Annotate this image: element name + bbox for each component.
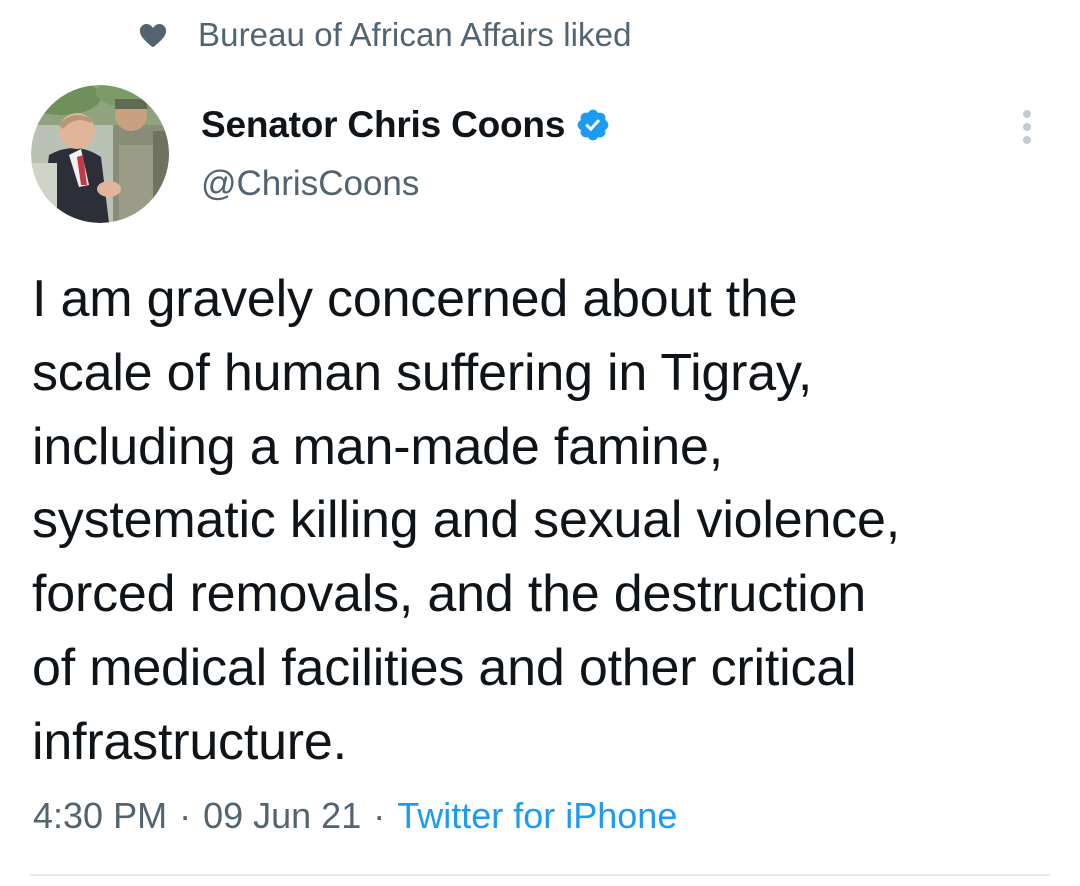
heart-icon [138,20,168,50]
author-handle[interactable]: @ChrisCoons [201,164,419,204]
verified-badge-icon [575,107,611,143]
social-context: Bureau of African Affairs liked [138,14,632,56]
tweet-source-link[interactable]: Twitter for iPhone [397,795,677,837]
meta-separator: · [179,795,192,836]
tweet-date[interactable]: 09 Jun 21 [203,795,361,837]
more-options-icon[interactable] [1010,106,1044,150]
avatar[interactable] [31,85,169,223]
author-name-row[interactable]: Senator Chris Coons [201,100,611,150]
author-display-name[interactable]: Senator Chris Coons [201,104,565,146]
tweet-text: I am gravely concerned about the scale o… [32,270,900,771]
tweet-meta: 4:30 PM · 09 Jun 21 · Twitter for iPhone [33,795,677,837]
tweet-time[interactable]: 4:30 PM [33,795,167,837]
meta-separator: · [373,795,386,836]
social-context-label[interactable]: Bureau of African Affairs liked [198,16,632,54]
divider [30,874,1050,876]
